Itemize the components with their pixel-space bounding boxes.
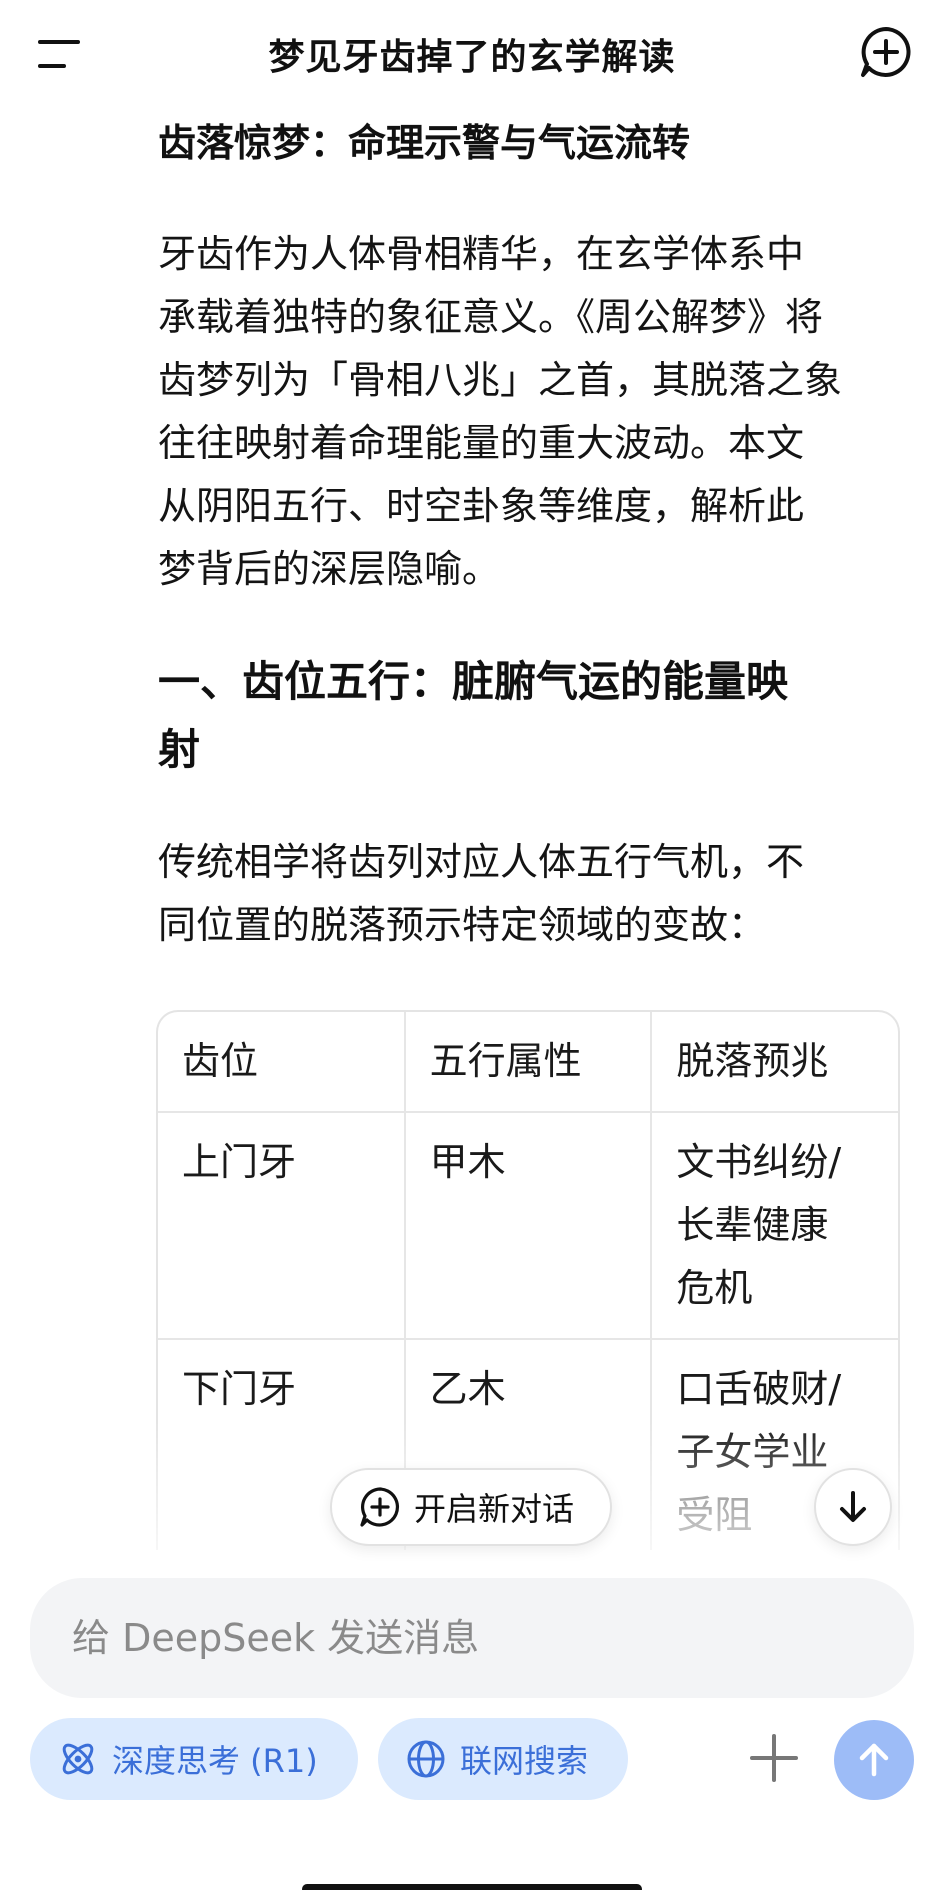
paragraph-line: 牙齿作为人体骨相精华，在玄学体系中 [158, 232, 805, 276]
deep-think-toggle[interactable]: 深度思考 (R1) [30, 1718, 358, 1800]
start-new-dialog-label: 开启新对话 [414, 1490, 575, 1528]
web-search-label: 联网搜索 [460, 1742, 589, 1780]
heading-line: 一、齿位五行：脏腑气运的能量映 [158, 657, 789, 706]
chat-screen: 梦见牙齿掉了的玄学解读 齿落惊梦：命理示警与气运流转 牙齿作为人体骨相精华，在玄… [0, 0, 944, 1890]
message-input[interactable] [30, 1578, 914, 1698]
start-new-dialog-button[interactable]: 开启新对话 [330, 1468, 612, 1546]
paragraph-line: 传统相学将齿列对应人体五行气机，不 [158, 840, 805, 884]
cell-element: 甲木 [404, 1112, 653, 1340]
paragraph-line: 梦背后的深层隐喻。 [158, 547, 501, 591]
assistant-message: 齿落惊梦：命理示警与气运流转 牙齿作为人体骨相精华，在玄学体系中 承载着独特的象… [158, 106, 910, 957]
new-chat-button[interactable] [858, 24, 914, 80]
paragraph-line: 从阴阳五行、时空卦象等维度，解析此 [158, 484, 805, 528]
column-header-omen: 脱落预兆 [651, 1012, 898, 1113]
top-bar: 梦见牙齿掉了的玄学解读 [0, 0, 944, 106]
article-subtitle: 齿落惊梦：命理示警与气运流转 [158, 121, 691, 165]
arrow-up-icon [859, 1743, 889, 1777]
heading-line: 射 [158, 725, 201, 774]
cell-line: 长辈健康 [676, 1203, 829, 1247]
paragraph-line: 同位置的脱落预示特定领域的变故： [158, 903, 767, 947]
atom-icon [62, 1743, 94, 1775]
cell-line: 口舌破财/ [676, 1367, 842, 1411]
menu-button[interactable] [36, 34, 86, 74]
home-indicator[interactable] [302, 1884, 642, 1890]
cell-line: 文书纠纷/ [676, 1140, 842, 1184]
new-chat-icon [861, 27, 911, 77]
paragraph-line: 齿梦列为「骨相八兆」之首，其脱落之象 [158, 358, 843, 402]
attach-button[interactable] [744, 1728, 804, 1788]
web-search-toggle[interactable]: 联网搜索 [378, 1718, 628, 1800]
chat-title: 梦见牙齿掉了的玄学解读 [268, 37, 676, 78]
column-header-position: 齿位 [158, 1012, 406, 1113]
deep-think-label: 深度思考 (R1) [112, 1742, 318, 1780]
globe-icon [407, 1740, 445, 1778]
send-button[interactable] [834, 1720, 914, 1800]
paragraph-line: 承载着独特的象征意义。《周公解梦》将 [158, 295, 824, 339]
cell-omen: 文书纠纷/ 长辈健康 危机 [651, 1112, 898, 1340]
section-paragraph: 传统相学将齿列对应人体五行气机，不 同位置的脱落预示特定领域的变故： [158, 831, 910, 957]
new-chat-icon [360, 1487, 400, 1527]
section-heading: 一、齿位五行：脏腑气运的能量映 射 [158, 648, 910, 784]
paragraph-line: 往往映射着命理能量的重大波动。本文 [158, 421, 805, 465]
arrow-down-icon [840, 1491, 866, 1522]
table-row: 上门牙 甲木 文书纠纷/ 长辈健康 危机 [158, 1112, 898, 1340]
intro-paragraph: 牙齿作为人体骨相精华，在玄学体系中 承载着独特的象征意义。《周公解梦》将 齿梦列… [158, 223, 910, 601]
table-header-row: 齿位 五行属性 脱落预兆 [158, 1012, 898, 1113]
scroll-to-bottom-button[interactable] [814, 1468, 892, 1546]
plus-icon [750, 1734, 798, 1782]
cell-line: 危机 [676, 1266, 753, 1310]
column-header-element: 五行属性 [404, 1012, 653, 1113]
cell-position: 上门牙 [158, 1112, 406, 1340]
